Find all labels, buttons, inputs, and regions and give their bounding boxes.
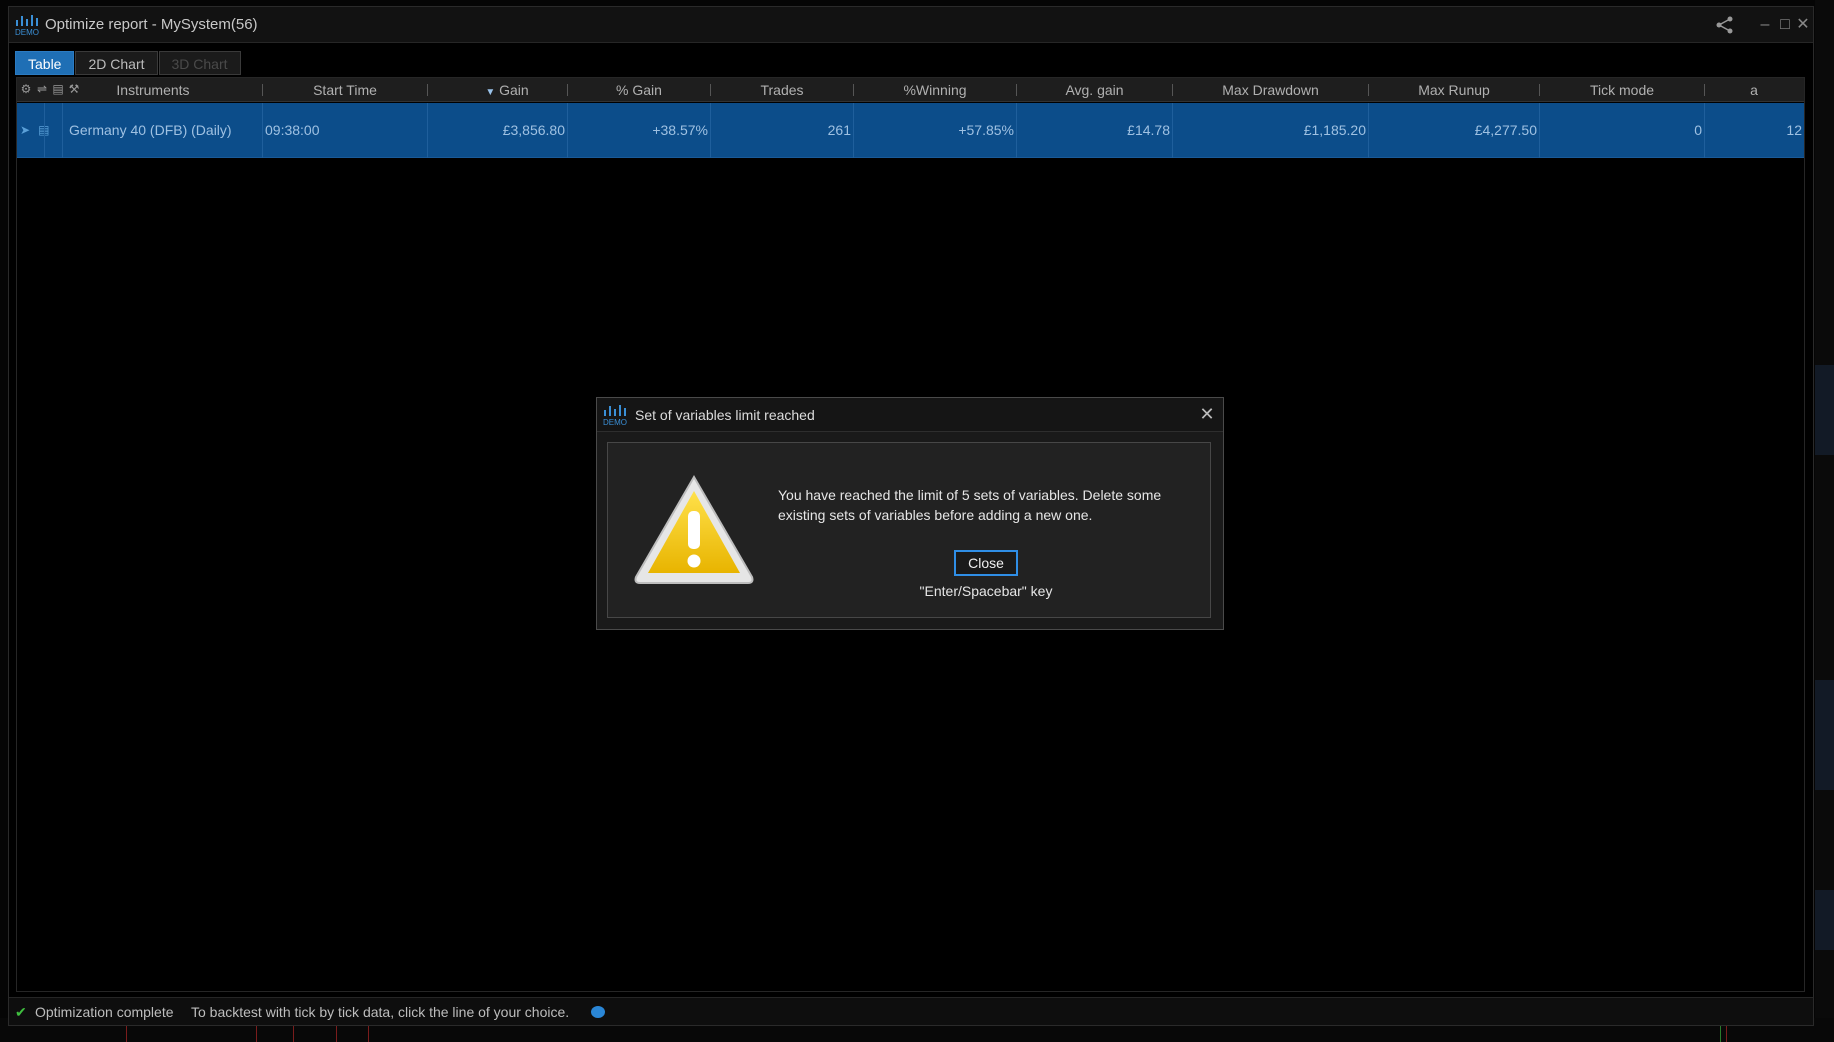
tab-2d-chart[interactable]: 2D Chart — [75, 51, 158, 75]
share-icon[interactable] — [1715, 15, 1735, 35]
tab-table[interactable]: Table — [15, 51, 75, 75]
dialog-titlebar[interactable]: DEMO Set of variables limit reached ✕ — [597, 398, 1223, 432]
minimize-icon[interactable]: – — [1755, 15, 1775, 35]
svg-text:DEMO: DEMO — [15, 28, 39, 36]
col-a[interactable]: a — [1705, 78, 1803, 102]
cell-a: 12 — [1786, 122, 1802, 138]
col-avg-gain[interactable]: Avg. gain — [1017, 78, 1172, 102]
table-header: ⚙ ⇌ ▤ ⚒ Instruments Start Time ▼ Gain % … — [17, 78, 1804, 102]
status-bar: ✔ Optimization complete To backtest with… — [9, 997, 1813, 1025]
checkmark-icon: ✔ — [15, 1004, 27, 1020]
maximize-icon[interactable]: □ — [1775, 15, 1795, 35]
status-text: Optimization complete — [35, 1004, 174, 1020]
cell-start-time: 09:38:00 — [265, 122, 320, 138]
wrench-icon[interactable]: ⚒ — [67, 82, 81, 96]
cell-avg-gain: £14.78 — [1127, 122, 1170, 138]
save-icon[interactable]: ▤ — [51, 82, 65, 96]
dialog-close-icon[interactable]: ✕ — [1197, 404, 1217, 424]
col-instruments[interactable]: Instruments — [83, 78, 223, 102]
col-trades[interactable]: Trades — [711, 78, 853, 102]
background-platform-edge — [1815, 0, 1834, 1042]
limit-reached-dialog: DEMO Set of variables limit reached ✕ Yo… — [596, 397, 1224, 630]
run-backtest-icon[interactable]: ➤ — [20, 123, 30, 137]
dialog-body: You have reached the limit of 5 sets of … — [607, 442, 1211, 618]
dialog-message: You have reached the limit of 5 sets of … — [778, 487, 1162, 523]
close-button[interactable]: Close — [954, 550, 1018, 576]
svg-text:DEMO: DEMO — [603, 418, 627, 426]
col-tick-mode[interactable]: Tick mode — [1540, 78, 1704, 102]
cell-max-runup: £4,277.50 — [1474, 122, 1537, 138]
window-titlebar[interactable]: DEMO Optimize report - MySystem(56) – □ … — [9, 7, 1813, 43]
link-icon[interactable]: ⇌ — [35, 82, 49, 96]
cell-instrument: Germany 40 (DFB) (Daily) — [69, 122, 232, 138]
cell-max-drawdown: £1,185.20 — [1303, 122, 1366, 138]
col-pct-winning[interactable]: %Winning — [854, 78, 1016, 102]
sort-desc-icon: ▼ — [485, 87, 496, 98]
demo-logo-icon: DEMO — [15, 15, 39, 36]
table-row[interactable]: ➤ ▤ Germany 40 (DFB) (Daily) 09:38:00 £3… — [17, 103, 1804, 158]
info-bubble-icon[interactable] — [591, 1006, 605, 1018]
col-max-runup[interactable]: Max Runup — [1369, 78, 1539, 102]
warning-icon — [634, 475, 754, 584]
cell-gain: £3,856.80 — [502, 122, 565, 138]
cell-pct-winning: +57.85% — [958, 122, 1014, 138]
dialog-title: Set of variables limit reached — [635, 407, 815, 423]
status-hint: To backtest with tick by tick data, clic… — [191, 1004, 570, 1020]
cell-tick-mode: 0 — [1694, 122, 1702, 138]
cell-pct-gain: +38.57% — [652, 122, 708, 138]
col-max-drawdown[interactable]: Max Drawdown — [1173, 78, 1368, 102]
header-toolbar: ⚙ ⇌ ▤ ⚒ — [19, 82, 81, 98]
col-pct-gain[interactable]: % Gain — [568, 78, 710, 102]
demo-logo-icon: DEMO — [603, 405, 627, 426]
gear-icon[interactable]: ⚙ — [19, 82, 33, 96]
cell-trades: 261 — [827, 122, 851, 138]
col-gain[interactable]: ▼ Gain — [457, 78, 557, 102]
window-title: Optimize report - MySystem(56) — [45, 16, 258, 33]
keyboard-hint: "Enter/Spacebar" key — [919, 583, 1053, 599]
col-start-time[interactable]: Start Time — [263, 78, 427, 102]
view-tabs: Table 2D Chart 3D Chart — [15, 51, 242, 75]
close-window-icon[interactable]: ✕ — [1793, 15, 1813, 35]
tab-3d-chart: 3D Chart — [158, 51, 241, 75]
